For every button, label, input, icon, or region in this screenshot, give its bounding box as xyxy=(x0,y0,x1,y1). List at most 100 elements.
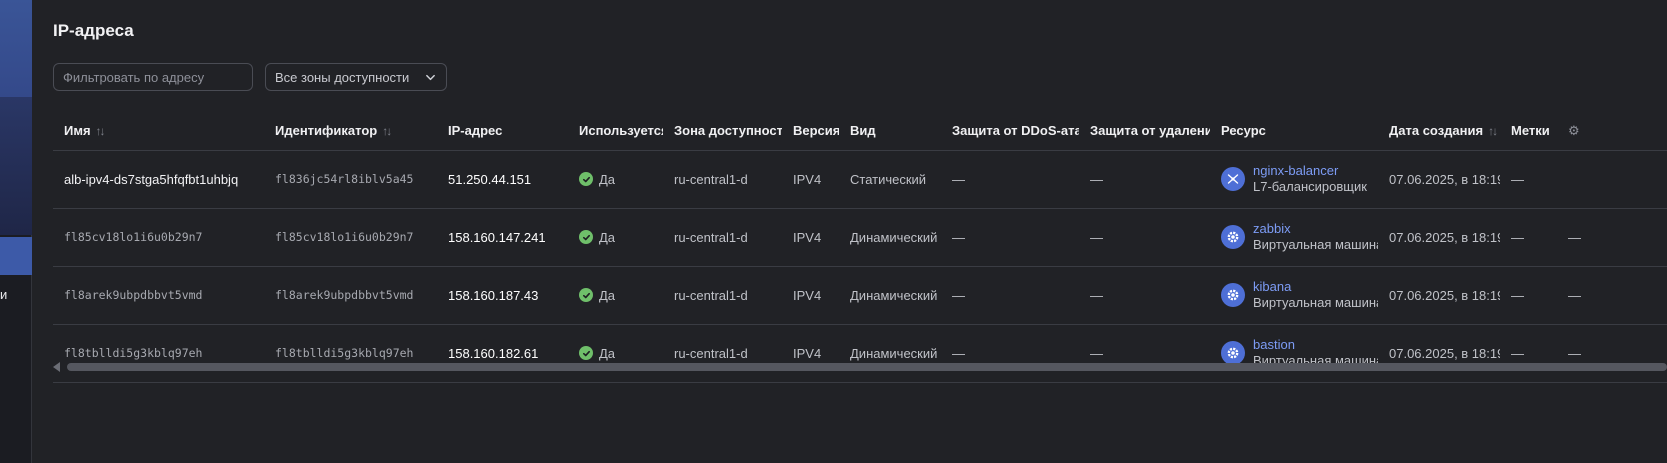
row-used: Да xyxy=(568,324,663,383)
column-header-ddos: Защита от DDoS-атак xyxy=(941,112,1079,151)
row-version: IPV4 xyxy=(782,150,839,209)
row-ip: 158.160.147.241 xyxy=(437,208,568,267)
row-extra: — xyxy=(1557,208,1667,267)
check-circle-icon xyxy=(579,172,593,186)
horizontal-scrollbar[interactable] xyxy=(53,361,1667,373)
load-balancer-icon xyxy=(1221,167,1245,191)
resource-link[interactable]: zabbix xyxy=(1253,221,1378,237)
check-circle-icon xyxy=(579,346,593,360)
row-id: fl85cv18lo1i6u0b29n7 xyxy=(264,208,437,267)
column-header-labels: Метки xyxy=(1500,112,1557,151)
resource-link[interactable]: bastion xyxy=(1253,337,1378,353)
row-used: Да xyxy=(568,150,663,209)
column-header-id[interactable]: Идентификатор ↑↓ xyxy=(264,112,437,151)
column-header-resource: Ресурс xyxy=(1210,112,1378,151)
row-name[interactable]: alb-ipv4-ds7stga5hfqfbt1uhbjq xyxy=(53,150,264,209)
row-ip: 51.250.44.151 xyxy=(437,150,568,209)
vm-gear-icon xyxy=(1221,283,1245,307)
resource-link[interactable]: nginx-balancer xyxy=(1253,163,1367,179)
row-id: fl8tblldi5g3kblq97eh xyxy=(264,324,437,383)
row-zone: ru-central1-d xyxy=(663,150,782,209)
row-version: IPV4 xyxy=(782,266,839,325)
left-navigation: и xyxy=(0,0,32,463)
row-version: IPV4 xyxy=(782,324,839,383)
column-header-ip: IP-адрес xyxy=(437,112,568,151)
row-resource: zabbix Виртуальная машина xyxy=(1210,208,1378,267)
check-circle-icon xyxy=(579,288,593,302)
row-deletion: — xyxy=(1079,324,1210,383)
row-labels: — xyxy=(1500,324,1557,383)
row-deletion: — xyxy=(1079,266,1210,325)
resource-type: L7-балансировщик xyxy=(1253,179,1367,194)
row-id: fl8arek9ubpdbbvt5vmd xyxy=(264,266,437,325)
row-deletion: — xyxy=(1079,208,1210,267)
resource-type: Виртуальная машина xyxy=(1253,295,1378,310)
row-version: IPV4 xyxy=(782,208,839,267)
nav-section-middle xyxy=(0,97,32,235)
row-resource: bastion Виртуальная машина xyxy=(1210,324,1378,383)
row-name[interactable]: fl8arek9ubpdbbvt5vmd xyxy=(53,266,264,325)
row-extra: — xyxy=(1557,266,1667,325)
row-labels: — xyxy=(1500,208,1557,267)
zone-select[interactable]: Все зоны доступности xyxy=(265,63,447,91)
row-deletion: — xyxy=(1079,150,1210,209)
table-row[interactable]: fl8tblldi5g3kblq97eh fl8tblldi5g3kblq97e… xyxy=(53,324,1667,383)
resource-type: Виртуальная машина xyxy=(1253,237,1378,252)
settings-icon[interactable]: ⚙ xyxy=(1568,123,1580,138)
row-ip: 158.160.187.43 xyxy=(437,266,568,325)
row-created: 07.06.2025, в 18:19 xyxy=(1378,324,1500,383)
nav-item-selected[interactable] xyxy=(0,237,32,275)
row-name[interactable]: fl85cv18lo1i6u0b29n7 xyxy=(53,208,264,267)
chevron-down-icon xyxy=(426,74,435,81)
row-ddos: — xyxy=(941,150,1079,209)
row-id: fl836jc54rl8iblv5a45 xyxy=(264,150,437,209)
scrollbar-thumb[interactable] xyxy=(67,363,1667,371)
table-row[interactable]: alb-ipv4-ds7stga5hfqfbt1uhbjq fl836jc54r… xyxy=(53,150,1667,209)
row-labels: — xyxy=(1500,266,1557,325)
nav-section-top[interactable] xyxy=(0,0,32,97)
table-row[interactable]: fl8arek9ubpdbbvt5vmd fl8arek9ubpdbbvt5vm… xyxy=(53,266,1667,325)
resource-link[interactable]: kibana xyxy=(1253,279,1378,295)
address-filter-input[interactable] xyxy=(53,63,253,91)
ip-address-table: Имя ↑↓ Идентификатор ↑↓ IP-адрес Используе… xyxy=(53,112,1667,383)
sort-icon[interactable]: ↑↓ xyxy=(1488,124,1498,138)
scroll-left-arrow-icon[interactable] xyxy=(53,362,60,372)
row-labels: — xyxy=(1500,150,1557,209)
row-kind: Статический xyxy=(839,150,941,209)
row-ddos: — xyxy=(941,266,1079,325)
row-kind: Динамический xyxy=(839,208,941,267)
check-circle-icon xyxy=(579,230,593,244)
column-header-zone: Зона доступности xyxy=(663,112,782,151)
row-ip: 158.160.182.61 xyxy=(437,324,568,383)
row-kind: Динамический xyxy=(839,324,941,383)
row-zone: ru-central1-d xyxy=(663,324,782,383)
row-created: 07.06.2025, в 18:19 xyxy=(1378,208,1500,267)
row-ddos: — xyxy=(941,208,1079,267)
page-title: IP-адреса xyxy=(53,21,134,40)
row-kind: Динамический xyxy=(839,266,941,325)
row-used: Да xyxy=(568,266,663,325)
row-extra xyxy=(1557,150,1667,209)
row-extra: — xyxy=(1557,324,1667,383)
sort-icon[interactable]: ↑↓ xyxy=(96,124,106,138)
column-header-created[interactable]: Дата создания ↑↓ xyxy=(1378,112,1500,151)
sort-icon[interactable]: ↑↓ xyxy=(382,124,392,138)
row-created: 07.06.2025, в 18:19 xyxy=(1378,150,1500,209)
column-header-name[interactable]: Имя ↑↓ xyxy=(53,112,264,151)
row-name[interactable]: fl8tblldi5g3kblq97eh xyxy=(53,324,264,383)
row-ddos: — xyxy=(941,324,1079,383)
vm-gear-icon xyxy=(1221,225,1245,249)
row-resource: kibana Виртуальная машина xyxy=(1210,266,1378,325)
row-created: 07.06.2025, в 18:19 xyxy=(1378,266,1500,325)
table-header-row: Имя ↑↓ Идентификатор ↑↓ IP-адрес Используе… xyxy=(53,112,1667,151)
table-row[interactable]: fl85cv18lo1i6u0b29n7 fl85cv18lo1i6u0b29n… xyxy=(53,208,1667,267)
row-used: Да xyxy=(568,208,663,267)
main-content: IP-адреса Все зоны доступности Имя↑↓ Иде… xyxy=(32,0,1667,463)
row-zone: ru-central1-d xyxy=(663,208,782,267)
column-header-used: Используется xyxy=(568,112,663,151)
column-header-version: Версия xyxy=(782,112,839,151)
column-header-extra: ⚙ xyxy=(1557,112,1667,151)
row-resource: nginx-balancer L7-балансировщик xyxy=(1210,150,1378,209)
nav-item-label-fragment[interactable]: и xyxy=(0,287,7,302)
zone-select-value: Все зоны доступности xyxy=(275,69,410,85)
